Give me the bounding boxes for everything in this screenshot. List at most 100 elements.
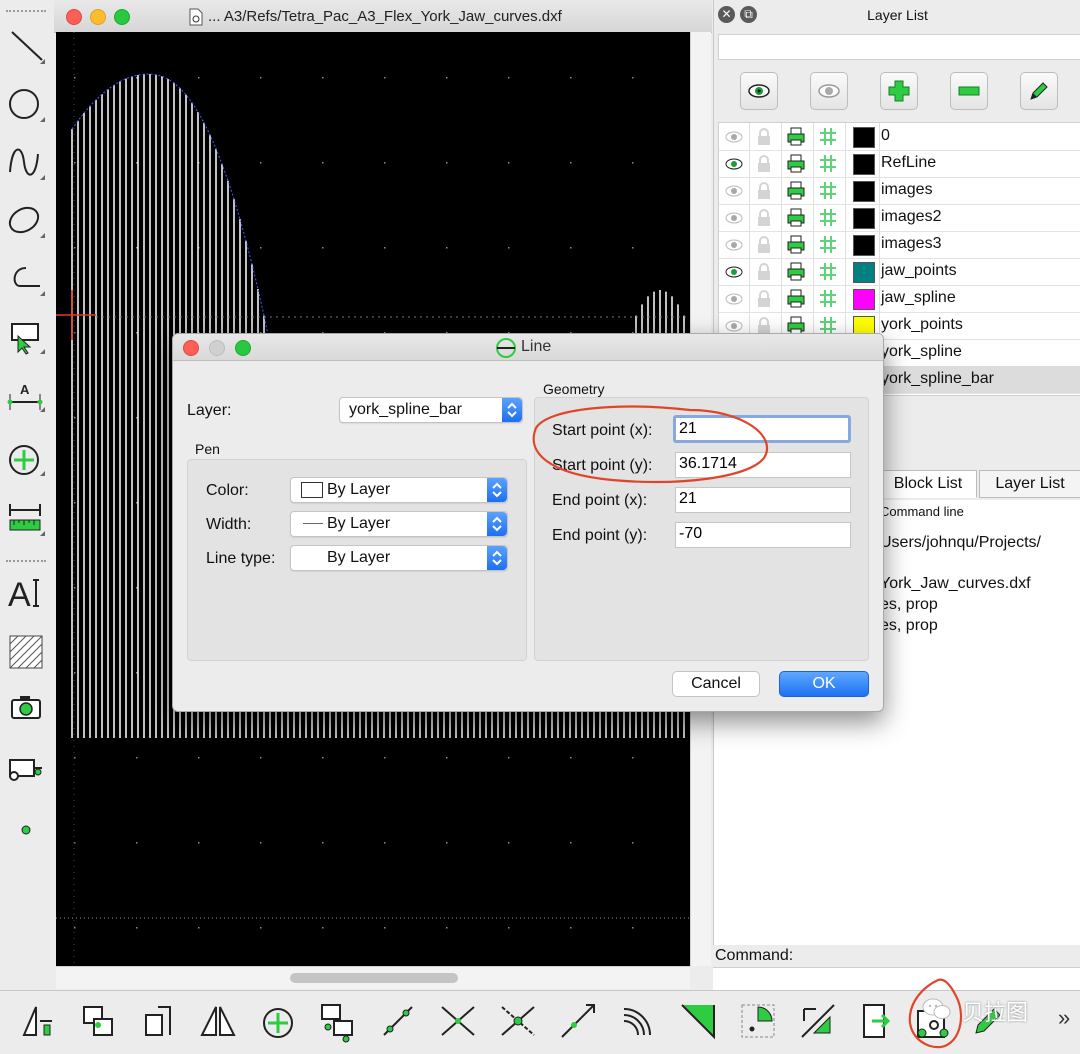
layer-row[interactable]: RefLine	[719, 150, 1080, 178]
layer-visibility-toggle[interactable]	[719, 258, 750, 285]
select-tool-button[interactable]	[4, 314, 48, 358]
start-y-field[interactable]	[675, 452, 851, 478]
move-to-layer-button[interactable]	[856, 999, 900, 1043]
width-select[interactable]: By Layer	[290, 511, 508, 537]
layer-row[interactable]: images2	[719, 204, 1080, 232]
fillet-tool-button[interactable]	[676, 999, 720, 1043]
layer-lock-toggle[interactable]	[749, 258, 782, 285]
layer-construction-toggle[interactable]	[813, 123, 846, 150]
spline-tool-button[interactable]	[4, 140, 48, 184]
end-x-field[interactable]	[675, 487, 851, 513]
block-tool-button[interactable]	[4, 746, 48, 790]
hatch-tool-button[interactable]	[4, 630, 48, 674]
mirror-tool-button[interactable]	[16, 999, 60, 1043]
measure-tool-button[interactable]	[4, 496, 48, 540]
remove-layer-button[interactable]	[950, 72, 988, 110]
ellipse-tool-button[interactable]	[4, 198, 48, 242]
dialog-zoom-button[interactable]	[235, 340, 251, 356]
layer-construction-toggle[interactable]	[813, 150, 846, 177]
layer-color-cell[interactable]	[845, 177, 880, 204]
line-tool-button[interactable]	[4, 24, 48, 68]
toolbar-overflow-icon[interactable]: »	[1058, 1005, 1070, 1031]
polyline-tool-button[interactable]	[4, 256, 48, 300]
mirror-axis-tool-button[interactable]	[196, 999, 240, 1043]
end-y-field[interactable]	[675, 522, 851, 548]
dialog-minimize-button[interactable]	[209, 340, 225, 356]
layer-color-cell[interactable]	[845, 204, 880, 231]
start-x-field[interactable]	[673, 415, 851, 443]
layer-lock-toggle[interactable]	[749, 177, 782, 204]
toolbar-grip[interactable]	[6, 10, 46, 15]
horizontal-scroll-thumb[interactable]	[290, 973, 458, 983]
layer-construction-toggle[interactable]	[813, 258, 846, 285]
layer-lock-toggle[interactable]	[749, 285, 782, 312]
layer-print-toggle[interactable]	[781, 204, 814, 231]
modify-tool-button[interactable]	[4, 436, 48, 480]
stretch-tool-button[interactable]	[796, 999, 840, 1043]
start-y-input[interactable]	[676, 453, 847, 475]
layer-color-cell[interactable]	[845, 150, 880, 177]
dimension-tool-button[interactable]: A	[4, 372, 48, 416]
tab-layer-list[interactable]: Layer List	[979, 470, 1080, 498]
layer-visibility-toggle[interactable]	[719, 123, 750, 150]
layer-row[interactable]: jaw_points	[719, 258, 1080, 286]
layer-row[interactable]: images	[719, 177, 1080, 205]
trim-tool-button[interactable]	[376, 999, 420, 1043]
zoom-window-button[interactable]	[114, 9, 130, 25]
layer-print-toggle[interactable]	[781, 177, 814, 204]
linetype-select[interactable]: By Layer	[290, 545, 508, 571]
toolbar-grip[interactable]	[6, 560, 46, 565]
layer-construction-toggle[interactable]	[813, 177, 846, 204]
arc-tool-button[interactable]	[736, 999, 780, 1043]
end-y-input[interactable]	[676, 523, 847, 545]
hide-all-layers-button[interactable]	[810, 72, 848, 110]
layer-color-cell[interactable]	[845, 285, 880, 312]
layer-print-toggle[interactable]	[781, 123, 814, 150]
layer-print-toggle[interactable]	[781, 231, 814, 258]
command-input[interactable]	[713, 967, 1080, 990]
layer-visibility-toggle[interactable]	[719, 150, 750, 177]
layer-print-toggle[interactable]	[781, 285, 814, 312]
layer-color-cell[interactable]	[845, 123, 880, 150]
layer-filter-input[interactable]	[718, 34, 1080, 60]
extend-tool-button[interactable]	[556, 999, 600, 1043]
layer-lock-toggle[interactable]	[749, 231, 782, 258]
rotate-tool-button[interactable]	[256, 999, 300, 1043]
minimize-window-button[interactable]	[90, 9, 106, 25]
layer-visibility-toggle[interactable]	[719, 177, 750, 204]
text-tool-button[interactable]: A	[4, 570, 48, 614]
close-window-button[interactable]	[66, 9, 82, 25]
horizontal-scrollbar[interactable]	[56, 966, 690, 989]
layer-construction-toggle[interactable]	[813, 204, 846, 231]
intersect-tool-button[interactable]	[496, 999, 540, 1043]
show-all-layers-button[interactable]	[740, 72, 778, 110]
layer-row[interactable]: images3	[719, 231, 1080, 259]
cancel-button[interactable]: Cancel	[672, 671, 760, 697]
dialog-close-button[interactable]	[183, 340, 199, 356]
layer-color-cell[interactable]	[845, 231, 880, 258]
layer-visibility-toggle[interactable]	[719, 231, 750, 258]
layer-visibility-toggle[interactable]	[719, 285, 750, 312]
copy-tool-button[interactable]	[76, 999, 120, 1043]
point-tool-button[interactable]	[4, 806, 48, 850]
cut-tool-button[interactable]	[436, 999, 480, 1043]
tab-block-list[interactable]: Block List	[879, 470, 977, 498]
layer-lock-toggle[interactable]	[749, 150, 782, 177]
layer-print-toggle[interactable]	[781, 150, 814, 177]
end-x-input[interactable]	[676, 488, 847, 510]
image-tool-button[interactable]	[4, 686, 48, 730]
ok-button[interactable]: OK	[779, 671, 869, 697]
layer-row[interactable]: jaw_spline	[719, 285, 1080, 313]
layer-select[interactable]: york_spline_bar	[339, 397, 523, 423]
layer-lock-toggle[interactable]	[749, 123, 782, 150]
move-tool-button[interactable]	[316, 999, 360, 1043]
add-layer-button[interactable]	[880, 72, 918, 110]
layer-color-cell[interactable]	[845, 258, 880, 285]
color-select[interactable]: By Layer	[290, 477, 508, 503]
layer-construction-toggle[interactable]	[813, 231, 846, 258]
start-x-input[interactable]	[676, 418, 847, 440]
scale-tool-button[interactable]	[136, 999, 180, 1043]
layer-print-toggle[interactable]	[781, 258, 814, 285]
layer-row[interactable]: 0	[719, 123, 1080, 151]
layer-construction-toggle[interactable]	[813, 285, 846, 312]
